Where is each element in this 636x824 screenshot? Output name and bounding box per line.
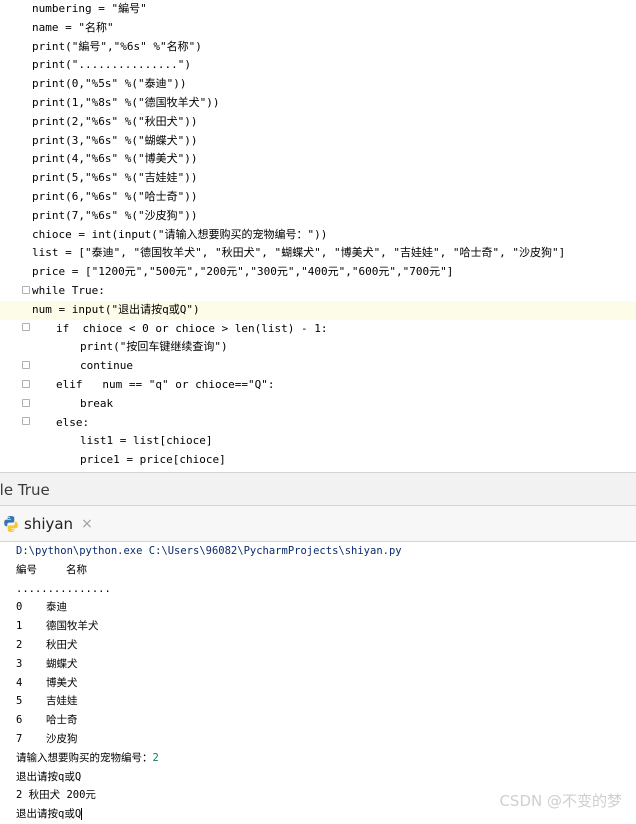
code-line[interactable]: print("編号","%6s" %"名称") [32, 38, 636, 57]
console-list-item: 6 哈士奇 [16, 711, 402, 730]
code-lines[interactable]: numbering = "編号" name = "名称" print("編号","%… [0, 0, 636, 472]
close-icon[interactable]: × [81, 516, 93, 532]
run-console[interactable]: D:\python\python.exe C:\Users\96082\Pych… [0, 542, 636, 821]
code-line[interactable]: print("按回车键继续查询") [32, 338, 636, 357]
code-line[interactable]: break [32, 395, 636, 414]
fold-marker-icon[interactable] [22, 399, 30, 407]
code-line[interactable]: print(7,"%6s" %("沙皮狗")) [32, 207, 636, 226]
console-item-index: 7 [16, 732, 23, 745]
python-icon [2, 515, 20, 533]
code-line[interactable]: price1 = price[chioce] [32, 451, 636, 470]
code-line[interactable]: print(5,"%6s" %("吉娃娃")) [32, 169, 636, 188]
watermark: CSDN @不变的梦 [499, 792, 622, 810]
console-item-index: 5 [16, 695, 23, 708]
console-quit-prompt-text: 退出请按q或Q [16, 808, 82, 821]
console-item-index: 4 [16, 676, 23, 689]
code-line[interactable]: name = "名称" [32, 19, 636, 38]
console-list-item: 5 吉娃娃 [16, 692, 402, 711]
code-line[interactable]: while True: [32, 282, 636, 301]
console-prompt-line: 请输入想要购买的宠物编号：2 [16, 749, 402, 768]
console-result: 2 秋田犬 200元 [16, 789, 96, 802]
console-item-name: 哈士奇 [46, 714, 78, 727]
console-item-name: 吉娃娃 [46, 695, 78, 708]
code-line[interactable]: print(4,"%6s" %("博美犬")) [32, 150, 636, 169]
console-header-col2: 名称 [66, 563, 87, 576]
text-cursor [81, 808, 83, 821]
console-list-item: 3 蝴蝶犬 [16, 655, 402, 674]
console-item-name: 蝴蝶犬 [46, 657, 78, 670]
console-item-index: 6 [16, 714, 23, 727]
console-item-index: 0 [16, 601, 23, 614]
console-separator: ............... [16, 582, 111, 595]
code-line[interactable]: list = ["泰迪", "德国牧羊犬", "秋田犬", "蝴蝶犬", "博美… [32, 244, 636, 263]
console-prompt: 请输入想要购买的宠物编号： [16, 751, 153, 764]
code-line[interactable]: price = ["1200元","500元","200元","300元","4… [32, 263, 636, 282]
code-line[interactable]: numbering = "編号" [32, 0, 636, 19]
console-header-col1: 編号 [16, 563, 37, 576]
code-editor[interactable]: numbering = "編号" name = "名称" print("編号","%… [0, 0, 636, 472]
console-header: 編号 名称 [16, 561, 402, 580]
code-line[interactable]: print(1,"%8s" %("德国牧羊犬")) [32, 94, 636, 113]
console-prompt-input: 2 [152, 751, 159, 764]
fold-marker-icon[interactable] [22, 417, 30, 425]
console-list-item: 4 博美犬 [16, 674, 402, 693]
fold-marker-icon[interactable] [22, 361, 30, 369]
code-line[interactable]: elif num == "q" or chioce=="Q": [32, 376, 636, 395]
code-line[interactable]: print(6,"%6s" %("哈士奇")) [32, 188, 636, 207]
code-line[interactable]: num = input("退出请按q或Q") [0, 300, 636, 320]
editor-gutter [0, 0, 22, 472]
fold-marker-icon[interactable] [22, 323, 30, 331]
console-list-item: 2 秋田犬 [16, 636, 402, 655]
code-line[interactable]: print("...............") [32, 56, 636, 75]
console-list-item: 1 德国牧羊犬 [16, 617, 402, 636]
console-quit-prompt: 退出请按q或Q [16, 770, 82, 783]
code-line[interactable]: else: [32, 414, 636, 433]
run-tab-bar: shiyan × [0, 506, 636, 542]
console-list-item: 0 泰迪 [16, 598, 402, 617]
console-item-index: 1 [16, 620, 23, 633]
code-line[interactable]: print(3,"%6s" %("蝴蝶犬")) [32, 132, 636, 151]
breadcrumb-label[interactable]: hile True [0, 481, 50, 499]
fold-marker-icon[interactable] [22, 380, 30, 388]
fold-marker-icon[interactable] [22, 286, 30, 294]
console-item-name: 博美犬 [46, 676, 78, 689]
console-item-name: 秋田犬 [46, 638, 78, 651]
console-quit-prompt-active[interactable]: 退出请按q或Q [16, 805, 402, 824]
breadcrumb: hile True [0, 472, 636, 506]
code-line[interactable]: print(0,"%5s" %("泰迪")) [32, 75, 636, 94]
console-list-item: 7 沙皮狗 [16, 730, 402, 749]
console-item-name: 泰迪 [46, 601, 67, 614]
console-item-index: 2 [16, 638, 23, 651]
code-line[interactable]: chioce = int(input("请输入想要购买的宠物编号：")) [32, 226, 636, 245]
console-item-name: 沙皮狗 [46, 732, 78, 745]
code-line[interactable]: continue [32, 357, 636, 376]
console-item-index: 3 [16, 657, 23, 670]
run-tab-shiyan[interactable]: shiyan × [0, 506, 93, 542]
run-tab-label: shiyan [24, 515, 74, 533]
code-line[interactable]: print(2,"%6s" %("秋田犬")) [32, 113, 636, 132]
code-line[interactable]: list1 = list[chioce] [32, 432, 636, 451]
console-command: D:\python\python.exe C:\Users\96082\Pych… [16, 545, 402, 557]
console-output: D:\python\python.exe C:\Users\96082\Pych… [16, 542, 402, 824]
code-line[interactable]: if chioce < 0 or chioce > len(list) - 1: [32, 320, 636, 339]
console-item-name: 德国牧羊犬 [46, 620, 99, 633]
